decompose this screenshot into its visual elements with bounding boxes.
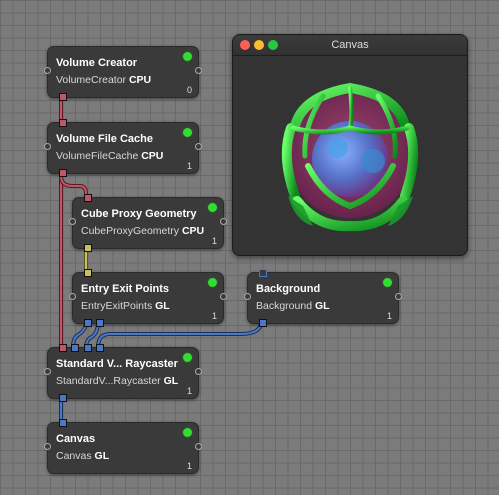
- side-port-right[interactable]: [195, 67, 202, 74]
- side-port-left[interactable]: [69, 218, 76, 225]
- volume-inport[interactable]: [59, 344, 67, 352]
- node-volume-file-cache[interactable]: Volume File Cache VolumeFileCache CPU 1: [44, 119, 202, 177]
- node-raycaster[interactable]: Standard V... Raycaster StandardV...Rayc…: [44, 344, 202, 402]
- node-identifier: Canvas GL: [56, 450, 110, 462]
- side-port-right[interactable]: [220, 293, 227, 300]
- window-title: Canvas: [331, 39, 369, 51]
- side-port-right[interactable]: [195, 143, 202, 150]
- node-cube-proxy-geometry[interactable]: Cube Proxy Geometry CubeProxyGeometry CP…: [69, 194, 227, 252]
- bg-inport[interactable]: [96, 344, 104, 352]
- node-title: Volume File Cache: [56, 133, 153, 145]
- side-port-left[interactable]: [44, 67, 51, 74]
- image-outport[interactable]: [259, 319, 267, 327]
- volume-rendering: [281, 82, 419, 232]
- node-title: Canvas: [56, 433, 96, 445]
- status-led-icon: [183, 128, 192, 137]
- status-led-icon: [383, 278, 392, 287]
- side-port-left[interactable]: [44, 368, 51, 375]
- volume-inport[interactable]: [59, 119, 67, 127]
- node-count: 1: [186, 161, 192, 171]
- side-port-right[interactable]: [395, 293, 402, 300]
- mesh-outport[interactable]: [84, 244, 92, 252]
- side-port-right[interactable]: [195, 368, 202, 375]
- status-led-icon: [183, 353, 192, 362]
- status-led-icon: [183, 52, 192, 61]
- node-identifier: EntryExitPoints GL: [81, 300, 170, 312]
- volume-inport[interactable]: [84, 194, 92, 202]
- exit-inport[interactable]: [84, 344, 92, 352]
- node-count: 1: [386, 311, 392, 321]
- node-entry-exit-points[interactable]: Entry Exit Points EntryExitPoints GL 1: [69, 269, 227, 327]
- node-count: 1: [211, 311, 217, 321]
- volume-link[interactable]: [60, 175, 87, 197]
- side-port-left[interactable]: [44, 443, 51, 450]
- status-led-icon: [208, 278, 217, 287]
- node-count: 1: [186, 461, 192, 471]
- status-led-icon: [183, 428, 192, 437]
- side-port-left[interactable]: [244, 293, 251, 300]
- node-count: 1: [186, 386, 192, 396]
- node-title: Background: [256, 283, 321, 295]
- entry-image-outport[interactable]: [84, 319, 92, 327]
- side-port-right[interactable]: [220, 218, 227, 225]
- status-led-icon: [208, 203, 217, 212]
- node-identifier: Background GL: [256, 300, 330, 312]
- node-background[interactable]: Background Background GL 1: [244, 269, 402, 327]
- side-port-left[interactable]: [69, 293, 76, 300]
- node-title: Entry Exit Points: [81, 283, 170, 295]
- node-title: Standard V... Raycaster: [56, 358, 178, 370]
- node-count: 1: [211, 236, 217, 246]
- image-link-background[interactable]: [97, 321, 262, 348]
- node-volume-creator[interactable]: Volume Creator VolumeCreator CPU 0: [44, 46, 202, 101]
- node-identifier: VolumeCreator CPU: [56, 74, 152, 86]
- render-viewport[interactable]: [233, 56, 467, 255]
- canvas-window[interactable]: Canvas: [232, 34, 468, 256]
- side-port-right[interactable]: [195, 443, 202, 450]
- node-count: 0: [186, 85, 192, 95]
- node-title: Cube Proxy Geometry: [81, 208, 197, 220]
- exit-image-outport[interactable]: [96, 319, 104, 327]
- entry-inport[interactable]: [71, 344, 79, 352]
- window-titlebar[interactable]: Canvas: [233, 35, 467, 56]
- image-outport[interactable]: [59, 394, 67, 402]
- side-port-left[interactable]: [44, 143, 51, 150]
- image-inport[interactable]: [259, 269, 267, 277]
- volume-outport[interactable]: [59, 169, 67, 177]
- mesh-inport[interactable]: [84, 269, 92, 277]
- node-canvas[interactable]: Canvas Canvas GL 1: [44, 419, 202, 474]
- volume-outport[interactable]: [59, 93, 67, 101]
- node-identifier: VolumeFileCache CPU: [56, 150, 164, 162]
- image-inport[interactable]: [59, 419, 67, 427]
- node-title: Volume Creator: [56, 57, 138, 69]
- node-identifier: StandardV...Raycaster GL: [56, 375, 179, 387]
- node-identifier: CubeProxyGeometry CPU: [81, 225, 205, 237]
